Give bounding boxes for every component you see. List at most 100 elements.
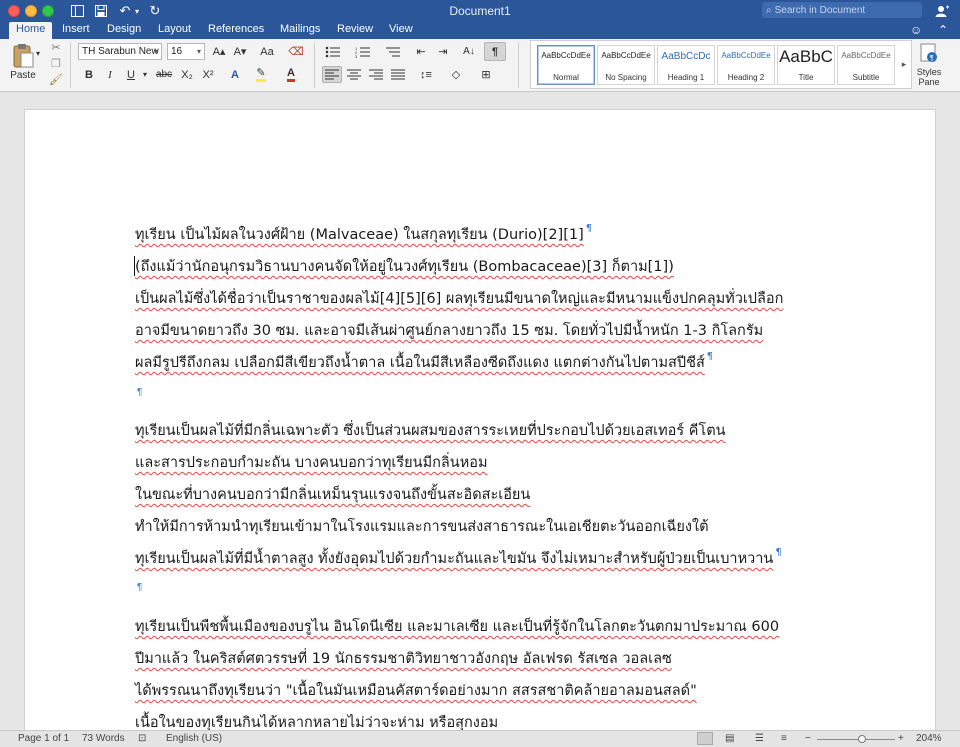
grow-font-button[interactable]: A▴ <box>210 43 228 60</box>
tab-view[interactable]: View <box>382 22 420 39</box>
paragraph-line[interactable]: ได้พรรณนาถึงทุเรียนว่า "เนื้อในมันเหมือน… <box>135 679 697 702</box>
shading-icon[interactable]: ◇ <box>444 66 468 83</box>
word-count[interactable]: 73 Words <box>82 733 125 744</box>
search-input[interactable] <box>774 4 915 16</box>
font-color-button[interactable]: A <box>280 66 302 83</box>
document-page[interactable]: ทุเรียน เป็นไม้ผลในวงศ์ฝ้าย (Malvaceae) … <box>24 109 936 730</box>
change-case-button[interactable]: Aa <box>256 43 278 60</box>
redo-icon[interactable]: ↻ <box>146 2 164 20</box>
font-size-select[interactable]: 16 ▾ <box>167 43 205 60</box>
style-name: Heading 2 <box>727 73 765 82</box>
text-effects-button[interactable]: A <box>226 66 244 83</box>
italic-button[interactable]: I <box>101 66 119 83</box>
style-normal[interactable]: AaBbCcDdEe Normal <box>537 45 595 85</box>
paragraph-line[interactable]: เป็นผลไม้ซึ่งได้ชื่อว่าเป็นราชาของผลไม้[… <box>135 287 783 310</box>
paragraph-line[interactable]: ปีมาแล้ว ในคริสต์ศตวรรษที่ 19 นักธรรมชาต… <box>135 647 672 670</box>
paste-dropdown-icon[interactable]: ▾ <box>34 48 42 58</box>
proofing-icon[interactable]: ⊡ <box>138 733 146 744</box>
copy-icon[interactable]: ❐ <box>48 56 64 70</box>
tab-home[interactable]: Home <box>9 22 53 39</box>
shrink-font-button[interactable]: A▾ <box>231 43 249 60</box>
style-title[interactable]: AaBbC Title <box>777 45 835 85</box>
tab-design[interactable]: Design <box>100 22 148 39</box>
paragraph-line[interactable]: และสารประกอบกำมะถัน บางคนบอกว่าทุเรียนมี… <box>135 451 488 474</box>
underline-dropdown-icon[interactable]: ▾ <box>141 66 149 83</box>
decrease-indent-icon[interactable]: ⇤ <box>412 43 430 60</box>
bold-button[interactable]: B <box>80 66 98 83</box>
style-subtitle[interactable]: AaBbCcDdEe Subtitle <box>837 45 895 85</box>
numbering-icon[interactable]: 123 <box>352 43 374 60</box>
zoom-percentage[interactable]: 204% <box>916 733 942 744</box>
font-name-select[interactable]: TH Sarabun New ▾ <box>78 43 162 60</box>
document-canvas[interactable]: ทุเรียน เป็นไม้ผลในวงศ์ฝ้าย (Malvaceae) … <box>0 92 960 730</box>
style-name: Title <box>798 73 814 82</box>
styles-pane-label-1[interactable]: Styles <box>910 67 948 77</box>
smiley-feedback-icon[interactable]: ☺ <box>910 23 922 37</box>
strikethrough-button[interactable]: abc <box>153 66 175 83</box>
paragraph-line[interactable]: เนื้อในของทุเรียนกินได้หลากหลายไม่ว่าจะห… <box>135 711 498 730</box>
web-layout-view-icon[interactable]: ▤ <box>725 733 734 744</box>
undo-dropdown-icon[interactable]: ▾ <box>132 2 142 20</box>
print-layout-view-icon[interactable] <box>697 732 713 745</box>
cut-icon[interactable]: ✂ <box>48 40 64 54</box>
superscript-button[interactable]: X² <box>199 66 217 83</box>
page-count[interactable]: Page 1 of 1 <box>18 733 69 744</box>
tab-insert[interactable]: Insert <box>55 22 97 39</box>
style-no-spacing[interactable]: AaBbCcDdEe No Spacing <box>597 45 655 85</box>
sidebar-icon[interactable] <box>68 2 86 20</box>
language-indicator[interactable]: English (US) <box>166 733 222 744</box>
zoom-in-button[interactable]: + <box>898 733 904 744</box>
paragraph-line[interactable]: (ถึงแม้ว่านักอนุกรมวิธานบางคนจัดให้อยู่ใ… <box>135 255 674 278</box>
tab-review[interactable]: Review <box>330 22 380 39</box>
borders-icon[interactable]: ⊞ <box>474 66 498 83</box>
ribbon-options-icon[interactable]: ⌃ <box>938 23 948 37</box>
user-icon[interactable] <box>932 2 952 20</box>
styles-more-icon[interactable]: ▸ <box>899 57 909 71</box>
justify-icon[interactable] <box>388 66 408 83</box>
show-formatting-marks-button[interactable]: ¶ <box>484 42 506 61</box>
line-spacing-icon[interactable]: ↕≡ <box>414 66 438 83</box>
font-name-value: TH Sarabun New <box>82 46 159 57</box>
style-preview: AaBbCcDdEe <box>841 51 891 60</box>
draft-view-icon[interactable]: ≡ <box>781 733 787 744</box>
tab-layout[interactable]: Layout <box>151 22 198 39</box>
paragraph-line[interactable]: อาจมีขนาดยาวถึง 30 ซม. และอาจมีเส้นผ่าศู… <box>135 319 763 342</box>
style-heading-2[interactable]: AaBbCcDdEe Heading 2 <box>717 45 775 85</box>
bullets-icon[interactable] <box>322 43 344 60</box>
tab-references[interactable]: References <box>201 22 271 39</box>
clear-formatting-icon[interactable]: ⌫ <box>286 43 306 60</box>
styles-gallery: AaBbCcDdEe Normal AaBbCcDdEe No Spacing … <box>530 40 912 89</box>
paragraph-line[interactable]: ทุเรียนเป็นผลไม้ที่มีกลิ่นเฉพาะตัว ซึ่งเ… <box>135 419 726 442</box>
zoom-out-button[interactable]: − <box>805 733 811 744</box>
paragraph-line[interactable]: ทุเรียนเป็นพืชพื้นเมืองของบรูไน อินโดนีเ… <box>135 615 779 638</box>
paragraph-line[interactable]: ทุเรียนเป็นผลไม้ที่มีน้ำตาลสูง ทั้งยังอุ… <box>135 547 782 570</box>
align-center-icon[interactable] <box>344 66 364 83</box>
increase-indent-icon[interactable]: ⇥ <box>434 43 452 60</box>
tab-mailings[interactable]: Mailings <box>273 22 327 39</box>
highlight-button[interactable]: ✎ <box>250 66 272 83</box>
styles-pane-icon[interactable]: ¶ <box>918 42 940 64</box>
empty-paragraph-mark[interactable]: ¶ <box>137 387 142 398</box>
paragraph-line[interactable]: ทำให้มีการห้ามนำทุเรียนเข้ามาในโรงแรมและ… <box>135 515 709 538</box>
subscript-button[interactable]: X₂ <box>178 66 196 83</box>
paragraph-line[interactable]: ในขณะที่บางคนบอกว่ามีกลิ่นเหม็นรุนแรงจนถ… <box>135 483 530 506</box>
outline-view-icon[interactable]: ☰ <box>755 733 764 744</box>
underline-button[interactable]: U <box>122 66 140 83</box>
save-icon[interactable] <box>92 2 110 20</box>
multilevel-list-icon[interactable] <box>382 43 404 60</box>
search-box[interactable]: ⌕ <box>762 2 922 18</box>
sort-icon[interactable]: A↓ <box>458 43 480 60</box>
paragraph-line[interactable]: ผลมีรูปรีถึงกลม เปลือกมีสีเขียวถึงน้ำตาล… <box>135 351 713 374</box>
window-close-button[interactable] <box>8 5 20 17</box>
zoom-slider-thumb[interactable] <box>858 735 866 743</box>
align-left-icon[interactable] <box>322 66 342 83</box>
zoom-slider-track[interactable] <box>817 739 895 740</box>
empty-paragraph-mark[interactable]: ¶ <box>137 582 142 593</box>
format-painter-icon[interactable]: 🖌 <box>48 72 64 86</box>
window-maximize-button[interactable] <box>42 5 54 17</box>
style-heading-1[interactable]: AaBbCcDc Heading 1 <box>657 45 715 85</box>
align-right-icon[interactable] <box>366 66 386 83</box>
window-minimize-button[interactable] <box>25 5 37 17</box>
styles-pane-label-2[interactable]: Pane <box>910 77 948 87</box>
paragraph-line[interactable]: ทุเรียน เป็นไม้ผลในวงศ์ฝ้าย (Malvaceae) … <box>135 223 592 246</box>
